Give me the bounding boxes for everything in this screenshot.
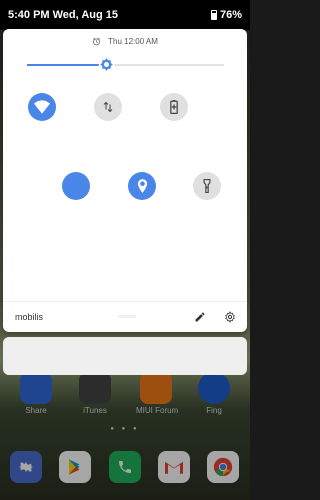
mobile-data-tile[interactable] [94,93,122,121]
settings-icon[interactable] [224,311,236,323]
brightness-slider[interactable] [27,56,224,73]
battery-percent: 76% [219,9,242,21]
battery-icon [210,10,217,20]
alarm-info[interactable]: Thu 12:00 AM [3,37,247,46]
notification-card[interactable] [3,337,247,375]
wifi-tile[interactable] [28,93,56,121]
battery-saver-tile[interactable] [160,93,188,121]
location-tile[interactable] [128,172,156,200]
brightness-fill [27,64,106,66]
flashlight-icon [203,179,211,193]
quick-settings-footer: mobilis [3,301,247,332]
quick-settings-panel: Thu 12:00 AM mobilis [3,29,247,332]
flashlight-tile[interactable] [193,172,221,200]
blank-tile[interactable] [62,172,90,200]
status-time-date: 5:40 PM Wed, Aug 15 [8,9,119,21]
status-bar: 5:40 PM Wed, Aug 15 76% [0,0,250,30]
edit-icon[interactable] [194,311,206,323]
data-arrows-icon [103,101,113,113]
location-pin-icon [137,179,147,193]
alarm-clock-icon [92,38,101,46]
brightness-thumb-icon[interactable] [98,56,115,73]
alarm-time: Thu 12:00 AM [108,37,158,46]
carrier-name: mobilis [15,312,44,322]
battery-icon [170,100,178,114]
drag-handle[interactable] [118,315,136,318]
battery-indicator: 76% [210,9,242,21]
wifi-icon [34,100,50,114]
